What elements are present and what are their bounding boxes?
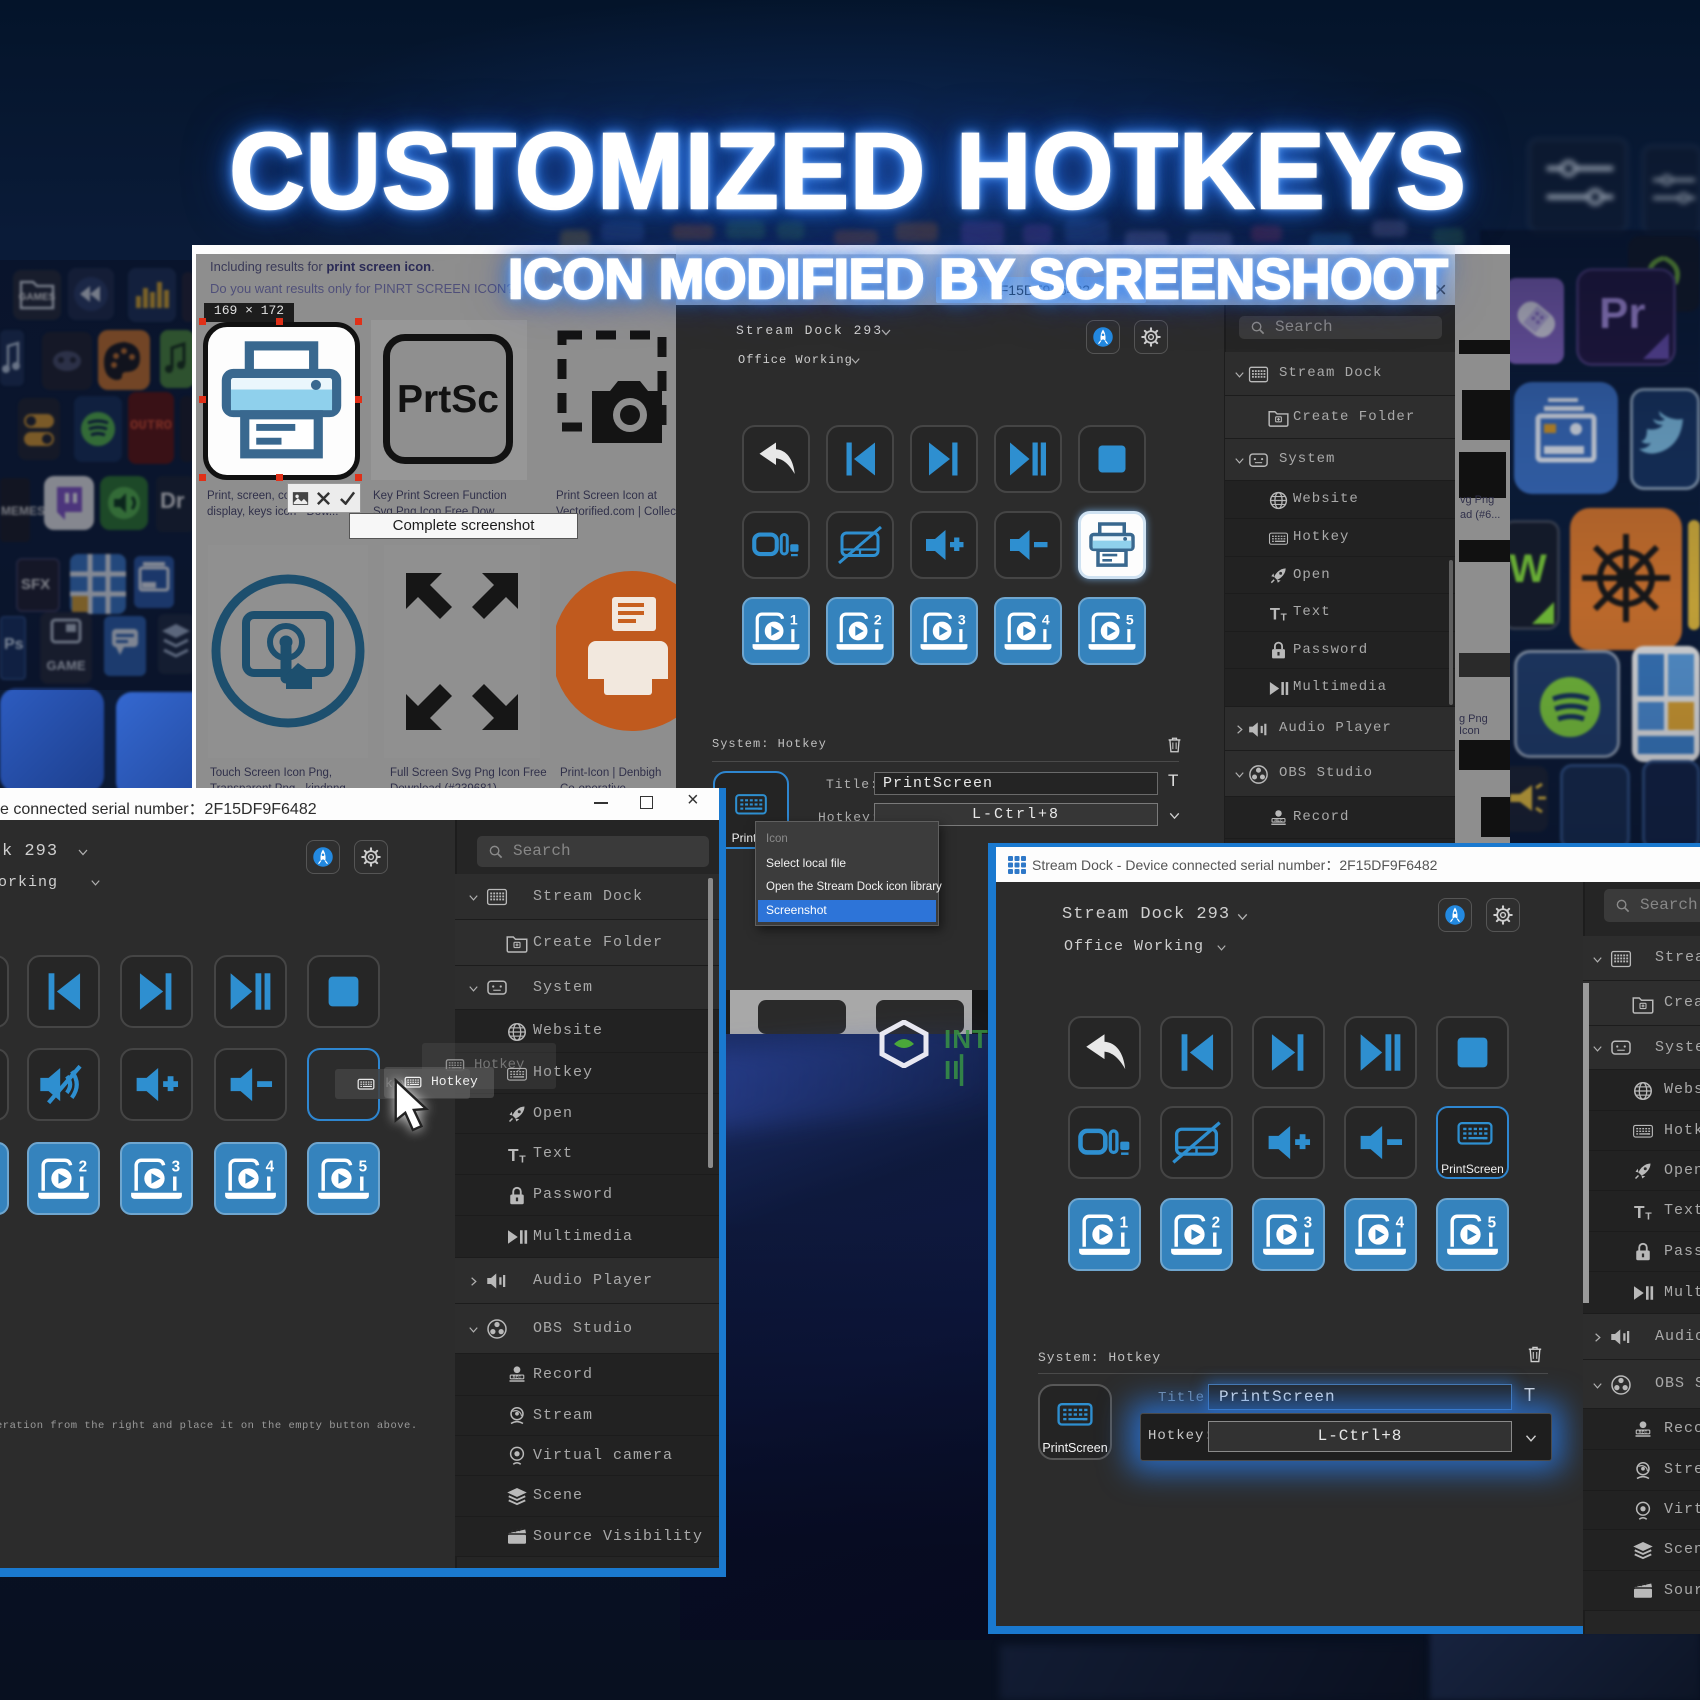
svg-text:5: 5 <box>1488 1214 1497 1231</box>
svg-text:T: T <box>519 1153 526 1165</box>
svg-text:5: 5 <box>359 1158 368 1175</box>
svg-text:4: 4 <box>266 1158 275 1175</box>
svg-text:T: T <box>508 1145 519 1165</box>
svg-text:T: T <box>1645 1210 1652 1222</box>
svg-text:REC: REC <box>1274 817 1282 822</box>
svg-text:1: 1 <box>790 611 798 627</box>
svg-text:3: 3 <box>958 611 966 627</box>
svg-text:4: 4 <box>1042 611 1050 627</box>
svg-text:5: 5 <box>1126 611 1134 627</box>
svg-text:T: T <box>1270 604 1280 623</box>
svg-text:2: 2 <box>874 611 882 627</box>
svg-text:2: 2 <box>1212 1214 1220 1231</box>
svg-text:T: T <box>1634 1202 1645 1222</box>
svg-text:1: 1 <box>1120 1214 1129 1231</box>
svg-text:2: 2 <box>79 1158 87 1175</box>
svg-text:3: 3 <box>1304 1214 1312 1231</box>
svg-text:REC: REC <box>513 1374 522 1379</box>
svg-text:REC: REC <box>1639 1429 1648 1434</box>
svg-text:3: 3 <box>172 1158 180 1175</box>
svg-text:T: T <box>1281 612 1288 623</box>
svg-text:4: 4 <box>1396 1214 1405 1231</box>
